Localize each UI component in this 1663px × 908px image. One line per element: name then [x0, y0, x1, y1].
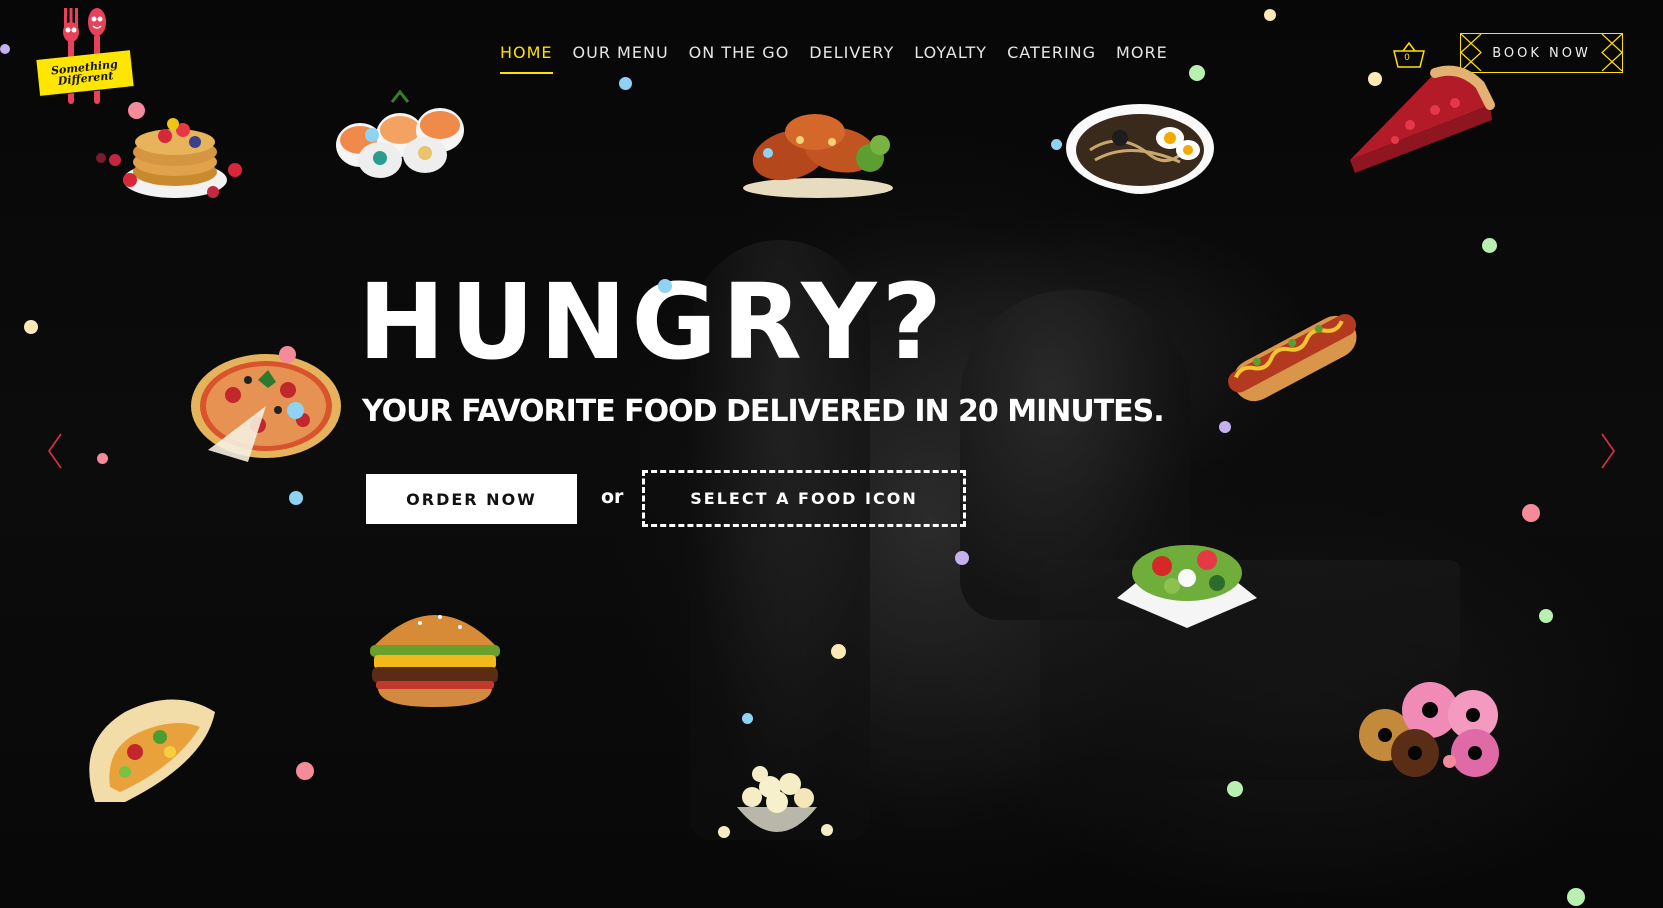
confetti-dot	[1227, 781, 1243, 797]
pie-icon[interactable]	[1340, 65, 1500, 175]
pizza-icon[interactable]	[188, 350, 343, 465]
confetti-dot	[1522, 504, 1540, 522]
hotdog-icon[interactable]	[1218, 300, 1368, 410]
confetti-dot	[1264, 9, 1276, 21]
confetti-dot	[1189, 65, 1205, 81]
nav-item-on-the-go[interactable]: ON THE GO	[679, 42, 800, 76]
confetti-dot	[296, 762, 314, 780]
select-food-icon-button[interactable]: SELECT A FOOD ICON	[642, 470, 966, 527]
confetti-dot	[1368, 72, 1382, 86]
confetti-dot	[289, 491, 303, 505]
pancakes-icon[interactable]	[95, 100, 245, 210]
sushi-icon[interactable]	[330, 89, 480, 185]
confetti-dot	[619, 77, 632, 90]
confetti-dot	[24, 320, 38, 334]
nav-item-loyalty[interactable]: LOYALTY	[904, 42, 997, 76]
confetti-dot	[955, 551, 969, 565]
nav-item-our-menu[interactable]: OUR MENU	[563, 42, 679, 76]
confetti-dot	[1051, 139, 1062, 150]
nav-item-home[interactable]: HOME	[490, 42, 563, 76]
logo-text: Something Different	[50, 57, 119, 88]
nav-item-delivery[interactable]: DELIVERY	[799, 42, 904, 76]
popcorn-icon[interactable]	[712, 762, 842, 847]
confetti-dot	[279, 346, 296, 363]
donuts-icon[interactable]	[1355, 675, 1510, 780]
book-right-ornament	[1601, 34, 1622, 71]
confetti-dot	[742, 713, 753, 724]
taco-icon[interactable]	[65, 692, 225, 812]
confetti-dot	[1539, 609, 1553, 623]
book-now-label: BOOK NOW	[1492, 45, 1591, 61]
hero-title: HUNGRY?	[358, 261, 947, 383]
burger-icon[interactable]	[360, 595, 510, 710]
confetti-dot	[1443, 755, 1456, 768]
chevron-right-icon[interactable]	[1600, 433, 1616, 469]
confetti-dot	[1482, 238, 1497, 253]
nav-item-catering[interactable]: CATERING	[997, 42, 1106, 76]
ramen-icon[interactable]	[1060, 100, 1220, 225]
chevron-left-icon[interactable]	[47, 433, 63, 469]
confetti-dot	[128, 102, 145, 119]
confetti-dot	[831, 644, 846, 659]
confetti-dot	[658, 279, 672, 293]
nav-item-more[interactable]: MORE	[1106, 42, 1178, 76]
confetti-dot	[1567, 888, 1585, 906]
confetti-dot	[1219, 421, 1231, 433]
cart-count: 0	[1404, 53, 1410, 63]
main-nav: HOME OUR MENU ON THE GO DELIVERY LOYALTY…	[490, 42, 1178, 76]
confetti-dot	[763, 148, 773, 158]
confetti-dot	[365, 128, 379, 142]
confetti-dot	[287, 402, 304, 419]
brand-logo[interactable]: Something Different	[34, 8, 134, 112]
hero-subtitle: YOUR FAVORITE FOOD DELIVERED IN 20 MINUT…	[362, 394, 1165, 429]
or-text: or	[601, 486, 624, 508]
confetti-dot	[0, 44, 10, 54]
confetti-dot	[97, 453, 108, 464]
order-now-button[interactable]: ORDER NOW	[366, 474, 577, 524]
salad-icon[interactable]	[1112, 528, 1262, 638]
logo-badge: Something Different	[36, 50, 134, 96]
